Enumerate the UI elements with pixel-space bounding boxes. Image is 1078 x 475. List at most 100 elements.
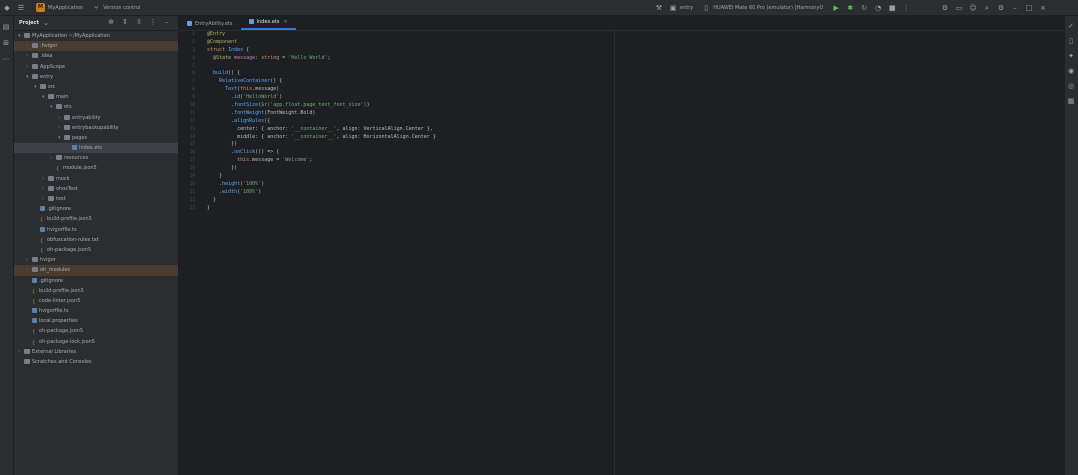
vcs-widget[interactable]: Version control <box>103 5 140 11</box>
code-line[interactable]: .height('100%') <box>207 181 436 189</box>
code-line[interactable]: struct Index { <box>207 47 436 55</box>
code-line[interactable]: middle: { anchor: '__container__', align… <box>207 134 436 142</box>
code-line[interactable]: } <box>207 197 436 205</box>
tree-item[interactable]: › ohosTest <box>14 184 178 194</box>
code-line[interactable]: RelativeContainer() { <box>207 78 436 86</box>
code-content[interactable]: @Entry @Component struct Index { @State me… <box>207 31 436 212</box>
tree-item[interactable]: {oh-package.json5 <box>14 245 178 255</box>
tree-item[interactable]: › .hvigor <box>14 41 178 52</box>
debug-icon[interactable]: ✱ <box>845 3 855 13</box>
project-tool-icon[interactable]: ▤ <box>1 22 11 32</box>
chevron-down-icon[interactable]: ⌄ <box>41 18 51 28</box>
code-line[interactable]: }) <box>207 165 436 173</box>
close-icon[interactable]: × <box>1038 3 1048 13</box>
tree-item[interactable]: › entrybackupability <box>14 123 178 133</box>
tree-item[interactable]: › resources <box>14 153 178 163</box>
code-line[interactable]: @Component <box>207 39 436 47</box>
tree-item[interactable]: hvigorfile.ts <box>14 225 178 235</box>
code-line[interactable]: .onClick(() => { <box>207 149 436 157</box>
tree-item[interactable]: {oh-package-lock.json5 <box>14 337 178 347</box>
tree-item[interactable]: ▾ MyApplication ~/MyApplication <box>14 31 178 41</box>
tree-item[interactable]: {module.json5 <box>14 163 178 173</box>
structure-tool-icon[interactable]: ⊞ <box>1 38 11 48</box>
tree-item[interactable]: › mock <box>14 174 178 184</box>
hide-icon[interactable]: – <box>162 17 172 27</box>
folder-icon[interactable]: ▭ <box>954 3 964 13</box>
rerun-icon[interactable]: ↻ <box>859 3 869 13</box>
tree-item[interactable]: .gitignore <box>14 204 178 214</box>
tree-item[interactable]: .gitignore <box>14 276 178 286</box>
code-line[interactable]: } <box>207 205 436 213</box>
tree-item[interactable]: {build-profile.json5 <box>14 214 178 224</box>
project-panel-title[interactable]: Project <box>19 20 39 26</box>
tree-item[interactable]: › .idea <box>14 51 178 61</box>
code-line[interactable]: build() { <box>207 70 436 78</box>
code-line[interactable]: }) <box>207 141 436 149</box>
tree-item[interactable]: › test <box>14 194 178 204</box>
settings-icon[interactable]: ⚙ <box>940 3 950 13</box>
code-line[interactable]: .alignRules({ <box>207 118 436 126</box>
search-icon[interactable]: ⌕ <box>982 3 992 13</box>
ai-assistant-icon[interactable]: ✦ <box>1066 51 1076 61</box>
file-icon <box>40 206 45 212</box>
project-badge[interactable]: M <box>36 3 45 12</box>
previewer-icon[interactable]: ◉ <box>1066 66 1076 76</box>
close-tab-icon[interactable]: × <box>284 16 288 28</box>
tree-item[interactable]: ▾ src <box>14 82 178 92</box>
gear-icon[interactable]: ⚙ <box>996 3 1006 13</box>
tree-item[interactable]: ▾ main <box>14 92 178 102</box>
tree-item[interactable]: › oh_modules <box>14 265 178 276</box>
tree-item[interactable]: › entryability <box>14 113 178 123</box>
device-manager-icon[interactable]: ▯ <box>1066 36 1076 46</box>
editor-tab[interactable]: Index.ets × <box>240 15 296 30</box>
expand-all-icon[interactable]: ⇕ <box>120 17 130 27</box>
code-line[interactable]: } <box>207 173 436 181</box>
database-icon[interactable]: ▦ <box>1066 96 1076 106</box>
tree-item[interactable]: › AppScope <box>14 62 178 72</box>
code-line[interactable]: .id('HelloWorld') <box>207 94 436 102</box>
code-line[interactable] <box>207 63 436 71</box>
run-icon[interactable]: ▶ <box>831 3 841 13</box>
tree-item[interactable]: {oh-package.json5 <box>14 326 178 336</box>
tree-item[interactable]: Scratches and Consoles <box>14 357 178 367</box>
device-select[interactable]: HUAWEI Mate 60 Pro (emulator) [HarmonyOS… <box>713 5 823 11</box>
code-line[interactable]: @State message: string = 'Hello World'; <box>207 55 436 63</box>
main-menu-icon[interactable]: ☰ <box>16 3 26 13</box>
ets-file-icon <box>187 21 192 26</box>
inspector-icon[interactable]: ◎ <box>1066 81 1076 91</box>
stop-icon[interactable]: ■ <box>887 3 897 13</box>
locate-icon[interactable]: ⊕ <box>106 17 116 27</box>
tree-item-label: oh_modules <box>40 267 71 274</box>
options-icon[interactable]: ⋮ <box>148 17 158 27</box>
tree-item[interactable]: Index.ets <box>14 143 178 154</box>
editor-tab[interactable]: EntryAbility.ets <box>179 17 241 30</box>
profile-icon[interactable]: ◔ <box>873 3 883 13</box>
maximize-icon[interactable]: □ <box>1024 3 1034 13</box>
tree-item[interactable]: ▾ ets <box>14 102 178 112</box>
more-actions-icon[interactable]: ⋮ <box>901 3 911 13</box>
run-config-select[interactable]: entry <box>680 5 693 11</box>
build-icon[interactable]: ⚒ <box>654 3 664 13</box>
people-icon[interactable]: ☺ <box>968 3 978 13</box>
code-line[interactable]: center: { anchor: '__container__', align… <box>207 126 436 134</box>
tree-item[interactable]: local.properties <box>14 316 178 326</box>
project-name[interactable]: MyApplication <box>48 5 83 11</box>
code-line[interactable]: Text(this.message) <box>207 86 436 94</box>
more-tools-icon[interactable]: ⋯ <box>1 54 11 64</box>
tree-item[interactable]: ▾ entry <box>14 72 178 82</box>
minimize-icon[interactable]: – <box>1010 3 1020 13</box>
notifications-icon[interactable]: ✓ <box>1066 21 1076 31</box>
tree-item[interactable]: {obfuscation-rules.txt <box>14 235 178 245</box>
tree-item[interactable]: › External Libraries <box>14 347 178 357</box>
tree-item[interactable]: › hvigor <box>14 255 178 265</box>
code-line[interactable]: this.message = 'Welcome'; <box>207 157 436 165</box>
tree-item[interactable]: {code-linter.json5 <box>14 296 178 306</box>
tree-item[interactable]: hvigorfile.ts <box>14 306 178 316</box>
collapse-all-icon[interactable]: ⇳ <box>134 17 144 27</box>
tree-item[interactable]: ▾ pages <box>14 133 178 143</box>
code-line[interactable]: .width('100%') <box>207 189 436 197</box>
code-line[interactable]: @Entry <box>207 31 436 39</box>
tree-item[interactable]: {build-profile.json5 <box>14 286 178 296</box>
code-line[interactable]: .fontWeight(FontWeight.Bold) <box>207 110 436 118</box>
code-line[interactable]: .fontSize($r('app.float.page_text_font_s… <box>207 102 436 110</box>
